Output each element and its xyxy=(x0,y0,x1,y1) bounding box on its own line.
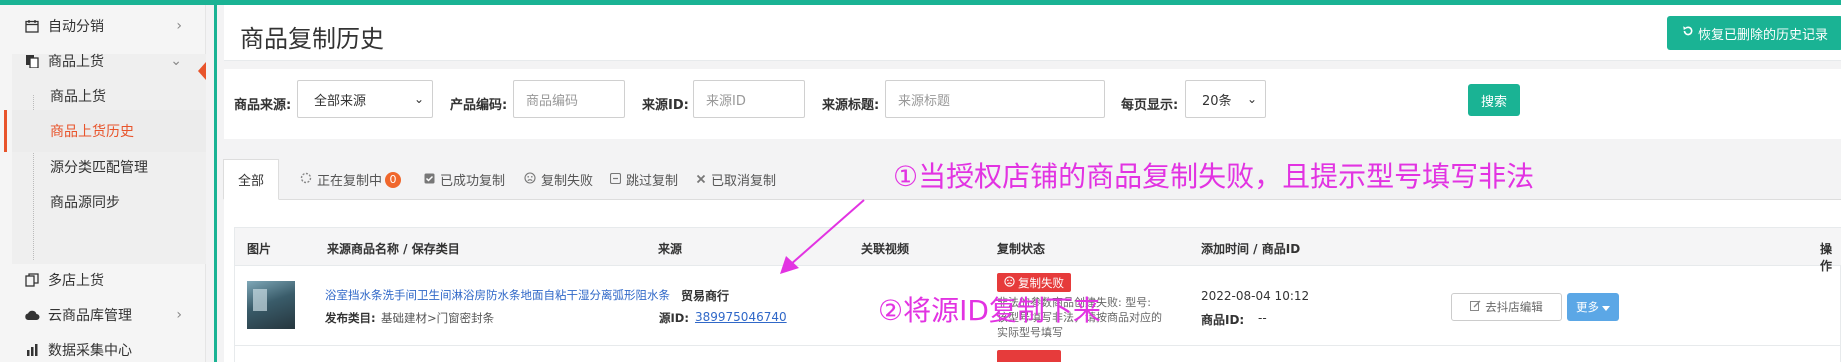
chevron-right-icon: › xyxy=(176,307,182,323)
calendar-icon xyxy=(24,18,40,34)
per-page-value: 20条 xyxy=(1202,93,1232,109)
frown-icon xyxy=(1004,275,1015,290)
sidebar-item-label: 商品上货 xyxy=(48,54,104,70)
source-id-label: 源ID: xyxy=(659,311,689,325)
column-header: 关联视频 xyxy=(861,242,910,256)
column-header: 添加时间 / 商品ID xyxy=(1201,242,1301,256)
per-page-label: 每页显示: xyxy=(1121,98,1179,113)
spinner-icon xyxy=(300,172,312,187)
check-square-icon xyxy=(424,173,435,187)
more-label: 更多 xyxy=(1576,300,1599,314)
code-filter-label: 产品编码: xyxy=(450,98,508,113)
annotation-note-2: ②将源ID复制下来 xyxy=(878,294,1101,327)
sidebar-subitem-label: 商品源同步 xyxy=(50,195,120,211)
tab-label: 全部 xyxy=(238,174,265,189)
sidebar-subitem-label: 商品上货历史 xyxy=(50,124,134,140)
product-thumbnail[interactable] xyxy=(247,281,295,329)
column-header: 图片 xyxy=(247,242,272,256)
table-header: 图片 来源商品名称 / 保存类目 来源 关联视频 复制状态 添加时间 / 商品I… xyxy=(235,228,1841,273)
product-id-value: -- xyxy=(1258,311,1267,325)
source-id-input[interactable]: 来源ID xyxy=(693,80,805,118)
cloud-icon xyxy=(24,307,40,323)
edit-icon xyxy=(1470,300,1481,314)
sidebar-item-auto-distribution[interactable]: 自动分销 › xyxy=(0,8,206,44)
restore-history-label: 恢复已删除的历史记录 xyxy=(1697,27,1828,43)
category-label: 发布类目: xyxy=(325,311,376,325)
annotation-note-1: ①当授权店铺的商品复制失败，且提示型号填写非法 xyxy=(893,160,1535,193)
edit-label: 去抖店编辑 xyxy=(1485,300,1543,314)
source-id-filter-label: 来源ID: xyxy=(642,98,689,113)
sidebar-item-label: 数据采集中心 xyxy=(48,343,132,359)
sidebar-item-cloud-library[interactable]: 云商品库管理 › xyxy=(0,297,206,333)
product-id-label: 商品ID: xyxy=(1201,313,1245,327)
chevron-right-icon: › xyxy=(176,18,182,34)
sidebar-item-data-collection[interactable]: 数据采集中心 xyxy=(0,332,206,362)
source-id-link[interactable]: 389975046740 xyxy=(695,310,787,324)
page-title: 商品复制历史 xyxy=(240,25,384,53)
frown-icon xyxy=(524,172,536,187)
category-value: 基础建材>门窗密封条 xyxy=(381,311,495,325)
source-select[interactable]: 全部来源 ⌄ xyxy=(297,80,433,118)
sidebar-item-multi-store[interactable]: 多店上货 xyxy=(0,262,206,298)
active-menu-indicator xyxy=(198,62,206,80)
tab-label: 复制失败 xyxy=(541,174,594,189)
sidebar-item-label: 自动分销 xyxy=(48,19,104,35)
tab-success[interactable]: 已成功复制 xyxy=(424,159,505,200)
tab-copying[interactable]: 正在复制中 0 xyxy=(300,159,402,200)
column-header: 复制状态 xyxy=(997,242,1046,256)
next-row-status-badge xyxy=(997,350,1061,362)
count-badge: 0 xyxy=(385,171,402,188)
chevron-down-icon: ⌄ xyxy=(1246,92,1257,106)
tab-label: 正在复制中 xyxy=(317,174,383,189)
undo-icon xyxy=(1682,25,1694,41)
sidebar-subitem-label: 商品上货 xyxy=(50,89,106,105)
sidebar-divider xyxy=(214,5,217,362)
source-select-value: 全部来源 xyxy=(314,93,367,109)
added-time: 2022-08-04 10:12 xyxy=(1201,289,1310,303)
page-header: 商品复制历史 恢复已删除的历史记录 xyxy=(224,5,1841,61)
tab-all[interactable]: 全部 xyxy=(223,159,280,200)
source-shop-name: 贸易商行 xyxy=(681,289,730,303)
sidebar-subitem-label: 源分类匹配管理 xyxy=(50,160,148,176)
sidebar-item-product-upload[interactable]: 商品上货 ⌄ xyxy=(0,43,206,79)
tab-label: 已取消复制 xyxy=(711,174,777,189)
tab-failed[interactable]: 复制失败 xyxy=(524,159,593,200)
search-button[interactable]: 搜索 xyxy=(1468,84,1520,116)
column-header: 来源 xyxy=(658,242,683,256)
minus-square-icon xyxy=(609,172,622,187)
copy-icon xyxy=(24,272,40,288)
more-dropdown-button[interactable]: 更多 xyxy=(1567,293,1619,321)
data-icon xyxy=(24,342,40,358)
edit-in-store-button[interactable]: 去抖店编辑 xyxy=(1451,293,1562,321)
sidebar-item-label: 云商品库管理 xyxy=(48,308,132,324)
source-title-input[interactable]: 来源标题 xyxy=(885,80,1105,118)
tab-label: 已成功复制 xyxy=(440,174,506,189)
caret-down-icon xyxy=(1602,300,1610,314)
chevron-down-icon: ⌄ xyxy=(170,53,182,69)
sidebar: 自动分销 › 商品上货 ⌄ 商品上货 商品上货历史 源分类匹配管理 商品源同步 … xyxy=(0,5,206,362)
source-title-filter-label: 来源标题: xyxy=(822,98,880,113)
product-name-link[interactable]: 浴室挡水条洗手间卫生间淋浴房防水条地面自粘干湿分离弧形阻水条 xyxy=(325,287,670,303)
copy-doc-icon xyxy=(24,53,40,69)
per-page-select[interactable]: 20条 ⌄ xyxy=(1185,80,1266,118)
tab-skipped[interactable]: 跳过复制 xyxy=(609,159,679,200)
column-header: 来源商品名称 / 保存类目 xyxy=(327,242,460,256)
filter-bar: 商品来源: 全部来源 ⌄ 产品编码: 商品编码 来源ID: 来源ID 来源标题:… xyxy=(224,69,1841,139)
x-icon xyxy=(696,173,706,187)
sidebar-item-label: 多店上货 xyxy=(48,273,104,289)
chevron-down-icon: ⌄ xyxy=(413,92,424,106)
tab-cancelled[interactable]: 已取消复制 xyxy=(696,159,776,200)
restore-history-button[interactable]: 恢复已删除的历史记录 xyxy=(1667,16,1841,50)
sidebar-subitem-source-sync[interactable]: 商品源同步 xyxy=(12,181,206,223)
tab-label: 跳过复制 xyxy=(626,174,679,189)
source-filter-label: 商品来源: xyxy=(234,98,292,113)
code-input[interactable]: 商品编码 xyxy=(513,80,625,118)
